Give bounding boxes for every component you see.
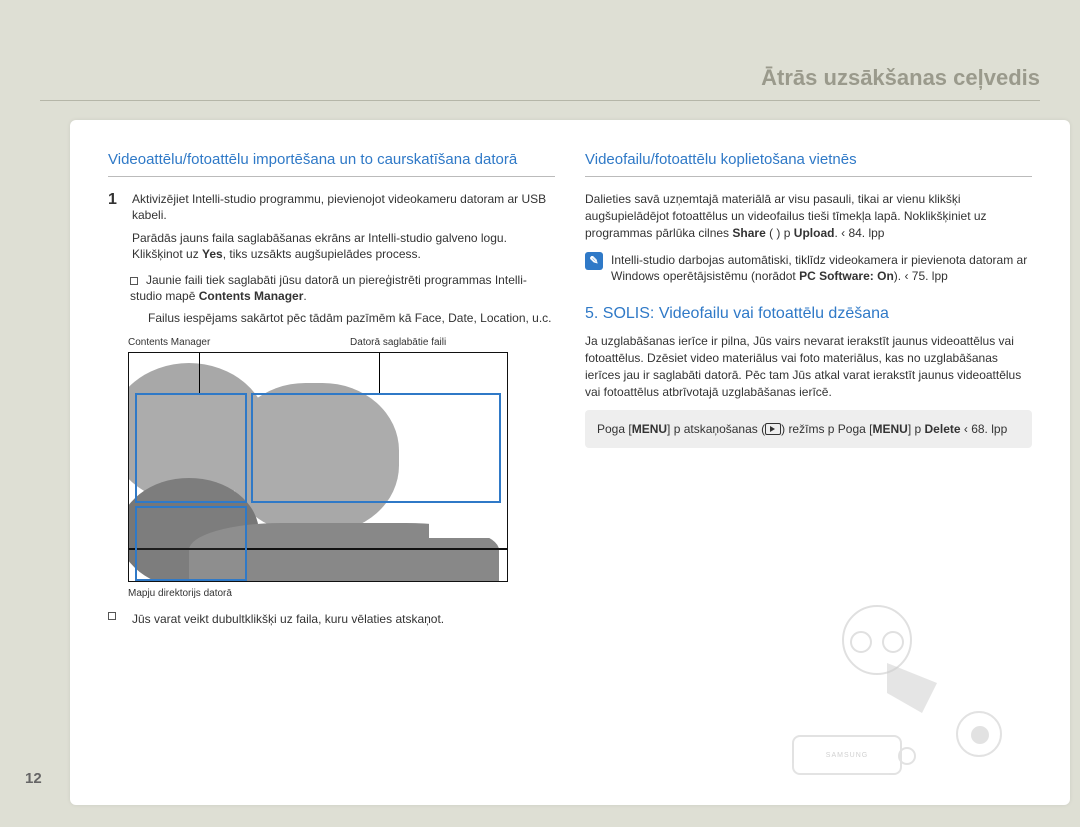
step-5-title: 5. SOLIS: Videofailu vai fotoattēlu dzēš… [585,305,1032,323]
label-saved-files: Datorā saglabātie faili [350,337,446,348]
camera-icon: SAMSUNG [792,735,902,775]
screenshot-frame [128,352,508,582]
page-header: Ātrās uzsākšanas ceļvedis [761,65,1040,91]
bullet-1-sub: Failus iespējams sakārtot pēc tādām pazī… [148,310,555,326]
screenshot-under-label: Mapju direktorijs datorā [128,588,555,599]
left-footnote: Jūs varat veikt dubultklikšķi uz faila, … [108,611,555,627]
right-section-title: Videofailu/fotoattēlu koplietošana vietn… [585,150,1032,170]
step-1: 1 Aktivizējiet Intelli-studio programmu,… [108,191,555,262]
right-title-rule [585,176,1032,177]
bullet-1: Jaunie faili tiek saglabāti jūsu datorā … [130,272,555,327]
checkbox-icon [130,277,138,285]
screenshot-labels: Contents Manager Datorā saglabātie faili [128,337,555,348]
right-column: Videofailu/fotoattēlu koplietošana vietn… [585,150,1032,785]
play-icon [765,423,781,435]
header-rule [40,100,1040,101]
step-5-para: Ja uzglabāšanas ierīce ir pilna, Jūs vai… [585,333,1032,400]
step-1-sub: Parādās jauns faila saglabāšanas ekrāns … [132,230,555,262]
left-title-rule [108,176,555,177]
dial-icon [956,711,1002,757]
decor-illustration: SAMSUNG [752,605,1012,775]
navigation-box: Poga [MENU] p atskaņošanas () režīms p P… [585,410,1032,448]
right-para-1: Dalieties savā uzņemtajā materiālā ar vi… [585,191,1032,241]
left-column: Videoattēlu/fotoattēlu importēšana un to… [108,150,555,785]
info-text: Intelli-studio darbojas automātiski, tik… [611,252,1032,286]
film-reel-icon [842,605,912,675]
page-card: Videoattēlu/fotoattēlu importēšana un to… [70,120,1070,805]
highlight-box [135,393,247,503]
page-number: 12 [25,770,42,787]
highlight-box [135,506,247,581]
label-contents-manager: Contents Manager [128,337,350,348]
info-icon: ✎ [585,252,603,270]
step-1-text: Aktivizējiet Intelli-studio programmu, p… [132,192,546,222]
info-note: ✎ Intelli-studio darbojas automātiski, t… [585,252,1032,286]
step-1-number: 1 [108,191,124,262]
step-1-body: Aktivizējiet Intelli-studio programmu, p… [132,191,555,262]
arrow-icon [887,663,937,713]
checkbox-icon [108,612,116,620]
highlight-box [251,393,501,503]
left-section-title: Videoattēlu/fotoattēlu importēšana un to… [108,150,555,170]
screenshot-block: Contents Manager Datorā saglabātie faili [128,337,555,582]
